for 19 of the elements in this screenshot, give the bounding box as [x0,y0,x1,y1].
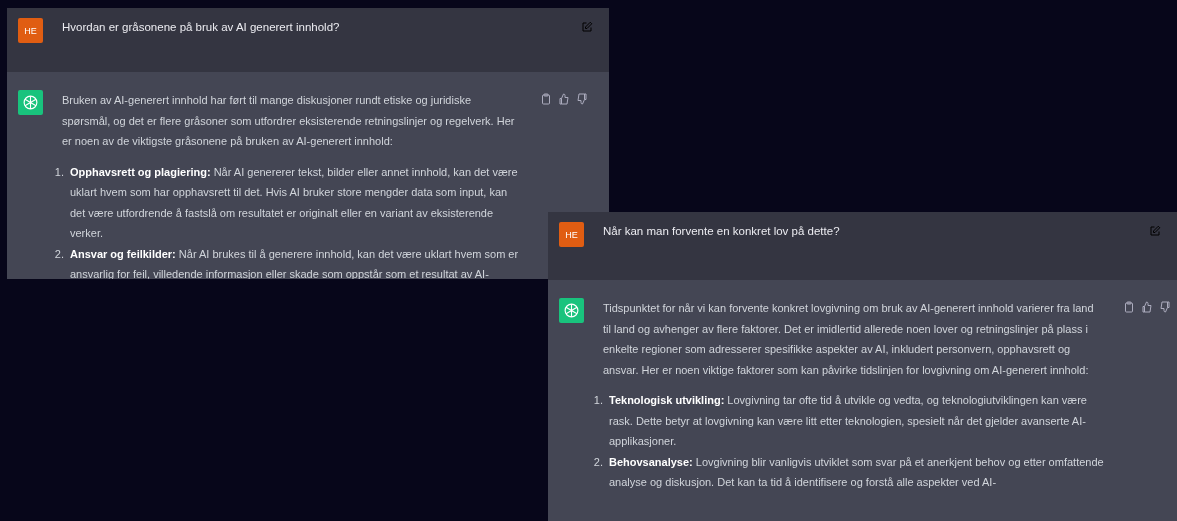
user-avatar: HE [559,222,584,247]
question-text: Hvordan er gråsonene på bruk av AI generert innhold? [62,20,341,35]
list-number: 1. [53,164,64,180]
user-avatar: HE [18,18,43,43]
question-text: Når kan man forvente en konkret lov på dette? [603,224,841,239]
thumbs-up-icon[interactable] [1141,301,1153,313]
answer-paragraph: Tidspunktet for når vi kan forvente konkret lovgivning om bruk av AI-generert innhold varierer fra land til land og avhenger av flere faktorer. Det er imidlertid allerede noen lover og retningslinjer på plass i enkelte regioner som adresserer spesifikke aspekter av AI, inkludert personvern, opphavsrett og ansvar. Her er noen viktige faktorer som kan påvirke tidslinjen for lovgivning om AI-generert innhold: [603,301,1095,378]
clipboard-icon[interactable] [1123,301,1135,313]
answer-paragraph: Bruken av AI-generert innhold har ført til mange diskusjoner rundt etiske og juridiske spørsmål, og det er flere gråsoner som utfordrer eksisterende retningslinjer og regelverk. Her er noen av de viktigste gråsonene på bruken av AI-generert innhold: [62,93,516,149]
list-number: 1. [592,393,603,408]
clipboard-icon[interactable] [540,93,552,105]
list-item-text: Opphavsrett og plagiering: Når AI genererer tekst, bilder eller annet innhold, kan det være uklart hvem som har opphavsrett til det. Hvis AI bruker store mengder data som input, kan det være utfordrende å fastslå om resultatet er originalt eller en variant av eksisterende verker. [70,164,519,241]
list-number: 2. [53,246,64,262]
thumbs-down-icon[interactable] [1159,301,1171,313]
list-item-text: Teknologisk utvikling: Lovgivning tar ofte tid å utvikle og vedta, og teknologiutviklingen kan være rask. Dette betyr at lovgivning kan være litt etter teknologien, spesielt når det gjelder avanserte AI-applikasjoner. [609,393,1088,449]
list-item-text: Behovsanalyse: Lovgivning blir vanligvis utviklet som svar på et anerkjent behov og etter omfattende analyse og diskusjon. Det kan ta tid å identifisere og forstå alle aspekter ved AI- [609,454,1104,490]
list-number: 2. [592,454,603,470]
thumbs-down-icon[interactable] [576,93,588,105]
thumbs-up-icon[interactable] [558,93,570,105]
